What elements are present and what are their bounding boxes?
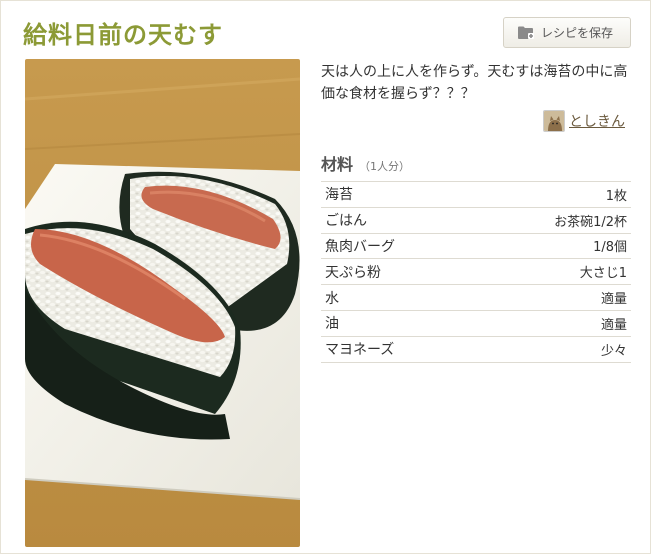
author-name-link[interactable]: としきん [569,111,625,131]
ingredient-quantity: 少々 [600,343,627,359]
recipe-title: 給料日前の天むす [23,21,223,49]
ingredient-name: 海苔 [325,187,353,204]
ingredient-name: 魚肉バーグ [325,238,395,255]
ingredient-name: ごはん [325,213,367,230]
save-recipe-button[interactable]: レシピを保存 [503,17,631,48]
ingredient-row: 油 適量 [321,311,631,337]
author[interactable]: としきん [543,109,625,133]
ingredient-quantity: お茶碗1/2杯 [554,214,627,230]
recipe-card: 給料日前の天むす レシピを保存 天は人の上に人を作らず。天むすは海苔の中に高価な… [0,0,651,554]
save-button-label: レシピを保存 [541,26,614,40]
ingredients-servings: （1人分） [359,160,411,173]
ingredient-quantity: 適量 [600,317,627,333]
ingredients-title: 材料 [321,155,354,174]
ingredient-row: 水 適量 [321,285,631,311]
folder-plus-icon [517,25,535,40]
ingredient-name: 水 [325,290,339,307]
ingredients-header: 材料 （1人分） [321,151,411,174]
ingredient-row: 海苔 1枚 [321,182,631,208]
ingredient-name: 天ぷら粉 [325,264,381,281]
ingredient-quantity: 大さじ1 [579,266,627,282]
ingredient-row: マヨネーズ 少々 [321,337,631,363]
ingredient-quantity: 1/8個 [593,240,627,256]
ingredient-name: 油 [325,316,339,333]
ingredients-list: 海苔 1枚 ごはん お茶碗1/2杯 魚肉バーグ 1/8個 天ぷら粉 大さじ1 水… [321,181,631,363]
ingredient-row: ごはん お茶碗1/2杯 [321,208,631,234]
ingredient-row: 天ぷら粉 大さじ1 [321,259,631,286]
recipe-photo[interactable] [25,59,300,547]
ingredient-quantity: 1枚 [605,188,627,204]
ingredient-row: 魚肉バーグ 1/8個 [321,234,631,260]
author-avatar[interactable] [543,110,565,132]
recipe-description: 天は人の上に人を作らず。天むすは海苔の中に高価な食材を握らず？？？ [321,64,628,102]
ingredient-name: マヨネーズ [325,342,395,359]
ingredient-quantity: 適量 [600,292,627,308]
